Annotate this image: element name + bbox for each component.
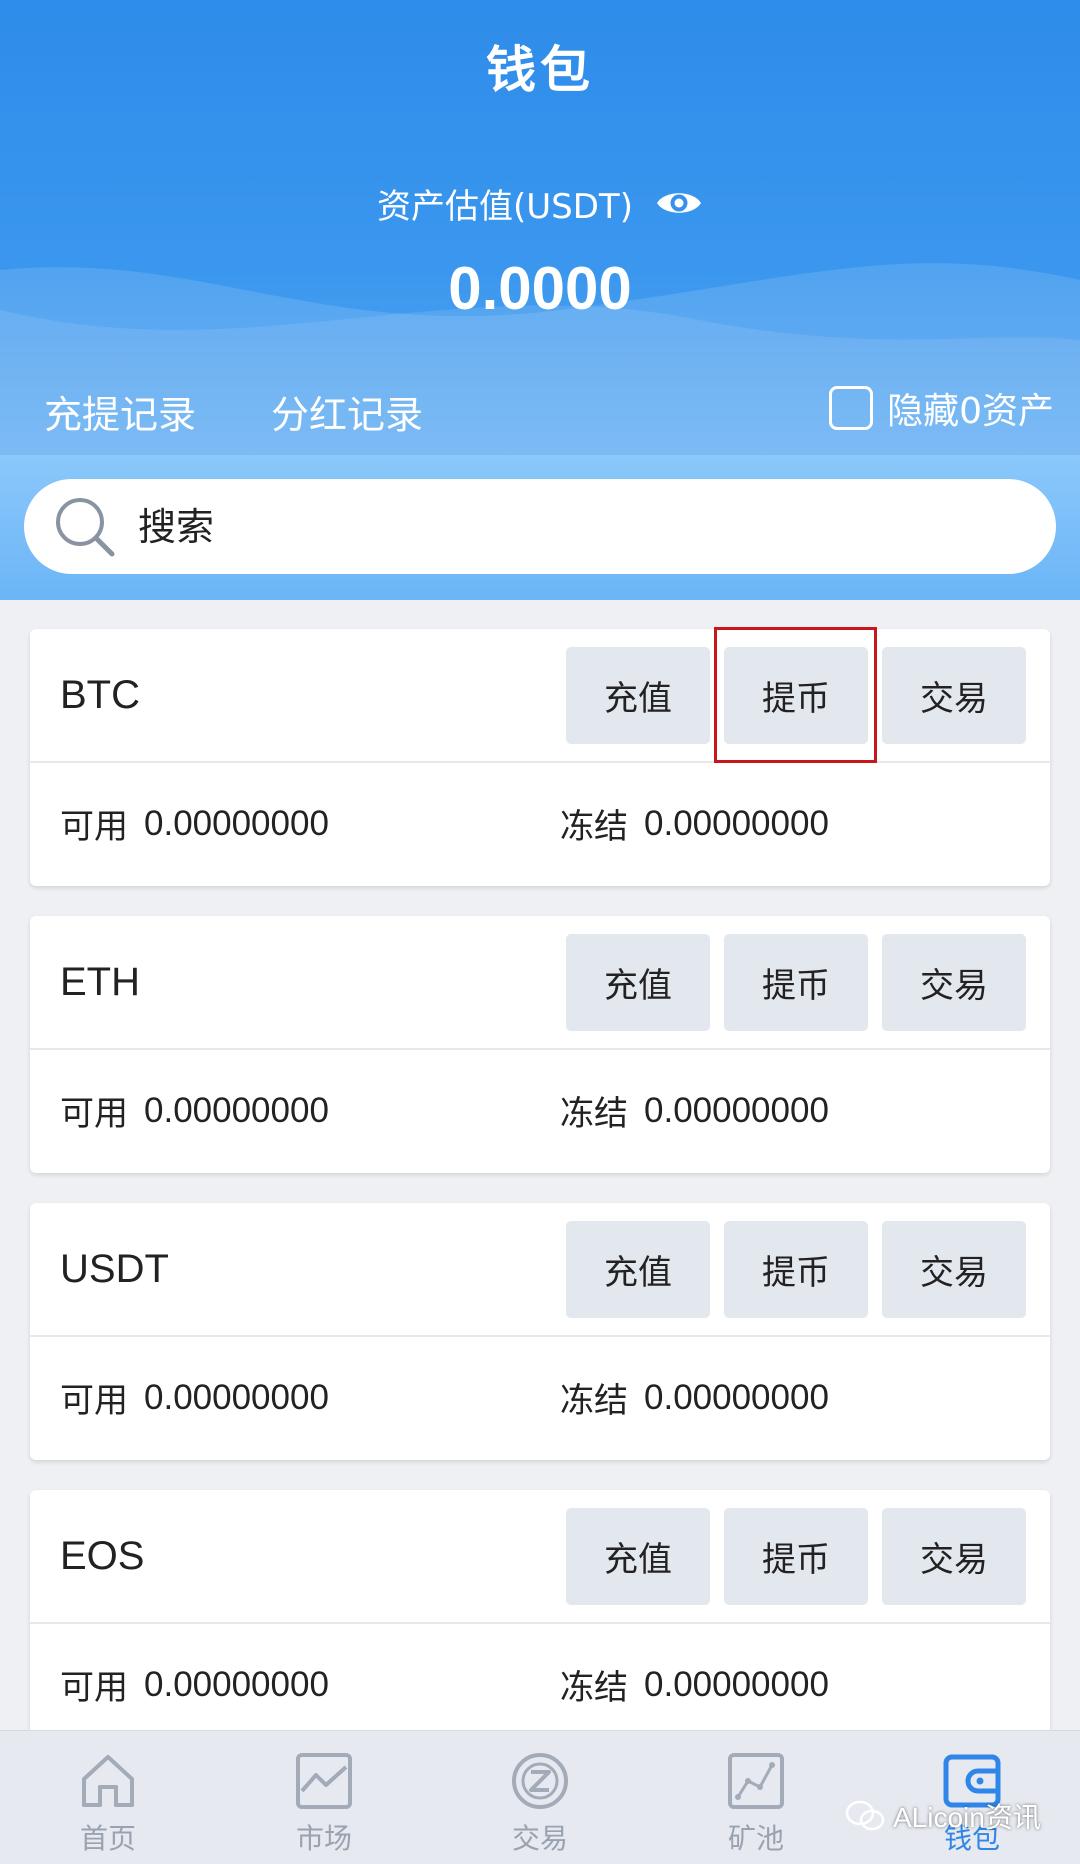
frozen-label: 冻结 <box>560 807 628 847</box>
withdraw-button[interactable]: 提币 <box>724 1221 868 1318</box>
frozen-balance: 冻结 0.00000000 <box>560 1086 829 1135</box>
deposit-button[interactable]: 充值 <box>566 1221 710 1318</box>
coin-card-usdt: USDT 充值 提币 交易 可用 0.00000000 冻结 0.0000000… <box>30 1203 1050 1460</box>
search-icon <box>56 497 115 556</box>
withdraw-button[interactable]: 提币 <box>724 934 868 1031</box>
frozen-label: 冻结 <box>560 1094 628 1134</box>
frozen-value: 0.00000000 <box>644 803 829 843</box>
coin-actions: 充值 提币 交易 <box>566 1508 1026 1605</box>
frozen-balance: 冻结 0.00000000 <box>560 799 829 848</box>
withdraw-wrap: 提币 <box>714 627 877 763</box>
nav-label: 交易 <box>511 1822 568 1855</box>
dividend-records-link[interactable]: 分红记录 <box>271 384 423 439</box>
deposit-button[interactable]: 充值 <box>566 934 710 1031</box>
search-strip <box>0 455 1080 600</box>
coin-card-header: USDT 充值 提币 交易 <box>30 1203 1050 1337</box>
trade-button[interactable]: 交易 <box>882 647 1026 744</box>
available-label: 可用 <box>60 807 128 847</box>
hide-zero-checkbox[interactable] <box>829 386 874 430</box>
hide-zero-label: 隐藏0资产 <box>887 391 1054 432</box>
nav-label: 首页 <box>79 1822 136 1855</box>
coin-actions: 充值 提币 交易 <box>566 934 1026 1031</box>
available-balance: 可用 0.00000000 <box>60 1373 560 1422</box>
coin-balances: 可用 0.00000000 冻结 0.00000000 <box>30 1624 1050 1745</box>
deposit-withdraw-records-link[interactable]: 充提记录 <box>44 384 196 439</box>
available-value: 0.00000000 <box>144 803 329 843</box>
asset-value: 0.0000 <box>448 255 632 322</box>
mining-icon <box>728 1753 784 1809</box>
coin-balances: 可用 0.00000000 冻结 0.00000000 <box>30 1337 1050 1458</box>
search-input[interactable] <box>138 504 1018 549</box>
coin-card-eos: EOS 充值 提币 交易 可用 0.00000000 冻结 0.00000000 <box>30 1490 1050 1747</box>
coin-balances: 可用 0.00000000 冻结 0.00000000 <box>30 1050 1050 1171</box>
wallet-header: 钱包 资产估值(USDT) 0.0000 充提记录 分红记录 隐藏0资产 <box>0 0 1080 455</box>
nav-item-market[interactable]: 市场 <box>216 1731 432 1864</box>
coin-card-header: ETH 充值 提币 交易 <box>30 916 1050 1050</box>
available-value: 0.00000000 <box>144 1090 329 1130</box>
withdraw-button[interactable]: 提币 <box>724 647 868 744</box>
page-title: 钱包 <box>486 41 594 99</box>
nav-label: 市场 <box>295 1822 352 1855</box>
frozen-value: 0.00000000 <box>644 1664 829 1704</box>
available-balance: 可用 0.00000000 <box>60 1086 560 1135</box>
hide-zero-assets-toggle[interactable]: 隐藏0资产 <box>829 384 1054 432</box>
eye-icon[interactable] <box>655 187 703 219</box>
search-box[interactable] <box>24 479 1056 574</box>
available-balance: 可用 0.00000000 <box>60 1660 560 1709</box>
coin-name: USDT <box>60 1246 169 1291</box>
trade-button[interactable]: 交易 <box>882 934 1026 1031</box>
available-label: 可用 <box>60 1668 128 1708</box>
coin-balances: 可用 0.00000000 冻结 0.00000000 <box>30 763 1050 884</box>
coin-card-header: EOS 充值 提币 交易 <box>30 1490 1050 1624</box>
watermark: ALicoin资讯 <box>845 1796 1041 1836</box>
coin-card-header: BTC 充值 提币 交易 <box>30 627 1050 763</box>
coin-card-eth: ETH 充值 提币 交易 可用 0.00000000 冻结 0.00000000 <box>30 916 1050 1173</box>
coin-name: BTC <box>60 672 140 717</box>
nav-item-home[interactable]: 首页 <box>0 1731 216 1864</box>
nav-item-mining-pool[interactable]: 矿池 <box>648 1731 864 1864</box>
trade-button[interactable]: 交易 <box>882 1221 1026 1318</box>
deposit-button[interactable]: 充值 <box>566 647 710 744</box>
chart-icon <box>296 1753 352 1809</box>
frozen-label: 冻结 <box>560 1381 628 1421</box>
home-icon <box>82 1755 134 1807</box>
available-label: 可用 <box>60 1381 128 1421</box>
frozen-label: 冻结 <box>560 1668 628 1708</box>
frozen-balance: 冻结 0.00000000 <box>560 1373 829 1422</box>
available-value: 0.00000000 <box>144 1377 329 1417</box>
coin-card-btc: BTC 充值 提币 交易 可用 0.00000000 冻结 0.00000000 <box>30 627 1050 886</box>
frozen-balance: 冻结 0.00000000 <box>560 1660 829 1709</box>
watermark-text: ALicoin资讯 <box>893 1802 1041 1833</box>
frozen-value: 0.00000000 <box>644 1377 829 1417</box>
withdraw-button[interactable]: 提币 <box>724 1508 868 1605</box>
frozen-value: 0.00000000 <box>644 1090 829 1130</box>
available-value: 0.00000000 <box>144 1664 329 1704</box>
coin-name: EOS <box>60 1533 145 1578</box>
nav-item-trade[interactable]: 交易 <box>432 1731 648 1864</box>
coin-actions: 充值 提币 交易 <box>566 627 1026 763</box>
asset-estimate-label: 资产估值(USDT) <box>377 186 633 227</box>
nav-label: 矿池 <box>727 1822 784 1855</box>
coin-actions: 充值 提币 交易 <box>566 1221 1026 1318</box>
available-label: 可用 <box>60 1094 128 1134</box>
available-balance: 可用 0.00000000 <box>60 799 560 848</box>
trade-button[interactable]: 交易 <box>882 1508 1026 1605</box>
wechat-icon <box>845 1800 885 1831</box>
trade-icon <box>512 1753 568 1809</box>
coin-name: ETH <box>60 959 140 1004</box>
asset-estimate-row: 资产估值(USDT) <box>0 178 1080 228</box>
deposit-button[interactable]: 充值 <box>566 1508 710 1605</box>
